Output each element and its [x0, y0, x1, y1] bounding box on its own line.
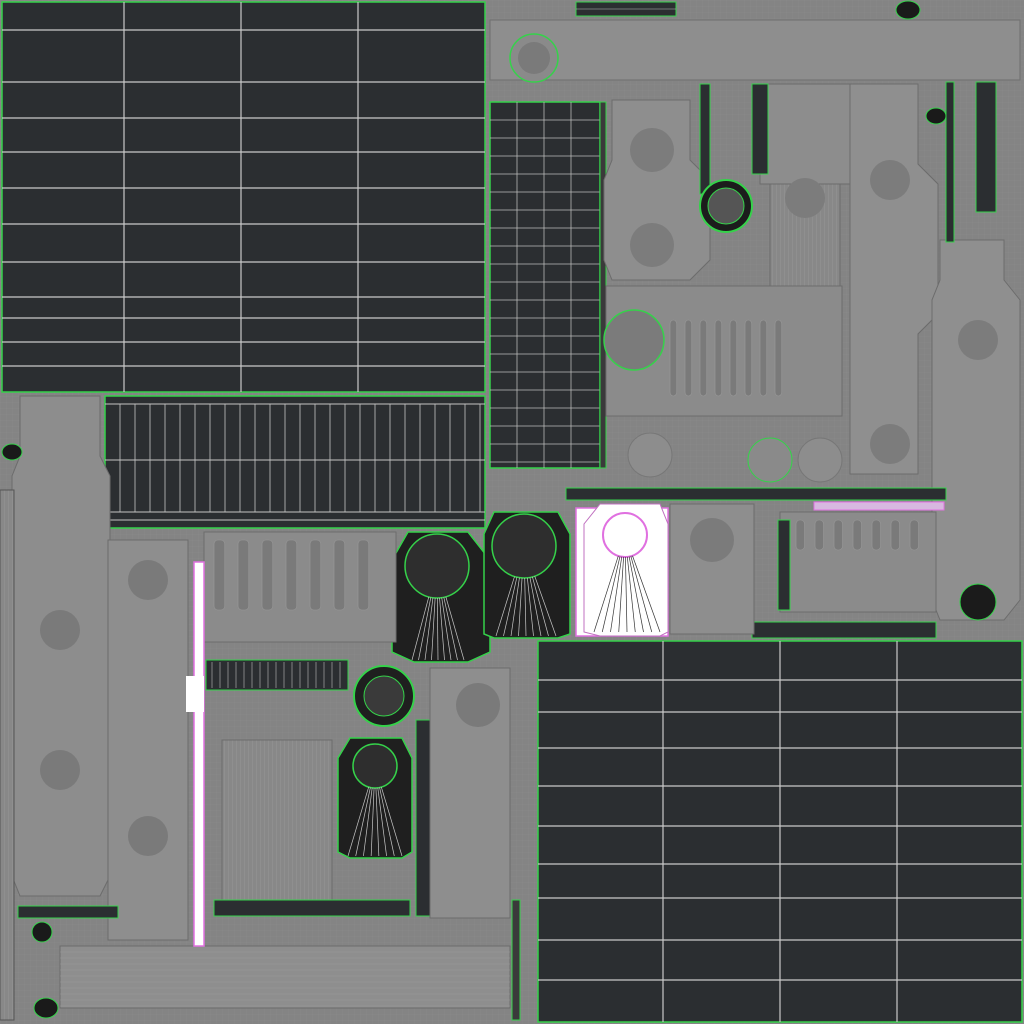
- selected-cap-uv-island: [575, 503, 755, 637]
- grille-slot: [669, 319, 678, 397]
- solar-panel-large-island: [1, 1, 486, 393]
- grille-slot: [871, 519, 881, 551]
- solar-panel-tall-island: [489, 101, 607, 469]
- uv-texture-sheet: [0, 0, 1024, 1024]
- grille-slot: [852, 519, 862, 551]
- vent-grille-right-island: [777, 511, 937, 613]
- grille-slot: [357, 539, 370, 611]
- grille-slot: [759, 319, 768, 397]
- grille-slot: [684, 319, 693, 397]
- solar-panel-bottom-island: [511, 640, 1023, 1023]
- grille-slot: [309, 539, 322, 611]
- grille-slot: [285, 539, 298, 611]
- grille-slot: [833, 519, 843, 551]
- grille-slot: [774, 319, 783, 397]
- grille-slot: [699, 319, 708, 397]
- grille-slot: [890, 519, 900, 551]
- grille-slot: [261, 539, 274, 611]
- grille-slot: [729, 319, 738, 397]
- grille-slot: [814, 519, 824, 551]
- solar-panel-wide-island: [104, 395, 486, 529]
- grille-slot: [744, 319, 753, 397]
- grille-slot: [795, 519, 805, 551]
- grille-slot: [213, 539, 226, 611]
- grille-slot: [714, 319, 723, 397]
- grille-slot: [237, 539, 250, 611]
- bottom-beam-island: [59, 945, 511, 1009]
- grille-slot: [909, 519, 919, 551]
- grille-slot: [333, 539, 346, 611]
